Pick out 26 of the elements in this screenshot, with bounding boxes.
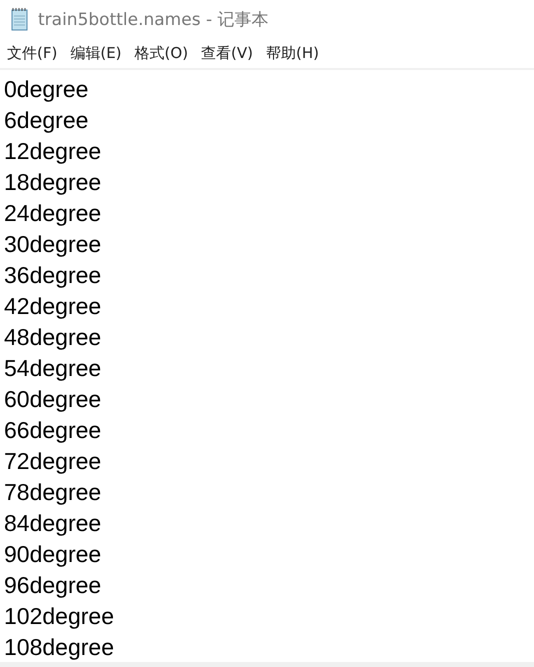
text-line: 54degree: [4, 354, 102, 383]
menu-item[interactable]: 文件(F): [6, 42, 58, 64]
text-line: 18degree: [4, 168, 102, 197]
text-line: 102degree: [4, 602, 114, 631]
window-title: train5bottle.names - 记事本: [38, 8, 269, 30]
text-line: 36degree: [4, 261, 102, 290]
text-line: 78degree: [4, 478, 102, 507]
menu-item[interactable]: 帮助(H): [265, 42, 320, 64]
notepad-icon: [10, 7, 30, 31]
text-line: 42degree: [4, 292, 102, 321]
text-line: 30degree: [4, 230, 102, 259]
text-line: 48degree: [4, 323, 102, 352]
text-line: 72degree: [4, 447, 102, 476]
text-line: 6degree: [4, 106, 88, 135]
text-line: 12degree: [4, 137, 102, 166]
text-line: 96degree: [4, 571, 102, 600]
text-line: 24degree: [4, 199, 102, 228]
menu-item[interactable]: 查看(V): [200, 42, 254, 64]
text-line: 0degree: [4, 75, 88, 104]
text-line: 60degree: [4, 385, 102, 414]
menu-item[interactable]: 编辑(E): [69, 42, 123, 64]
text-line: 108degree: [4, 633, 114, 662]
text-line: 66degree: [4, 416, 102, 445]
text-line: 84degree: [4, 509, 102, 538]
text-line: 90degree: [4, 540, 102, 569]
menu-item[interactable]: 格式(O): [134, 42, 190, 64]
